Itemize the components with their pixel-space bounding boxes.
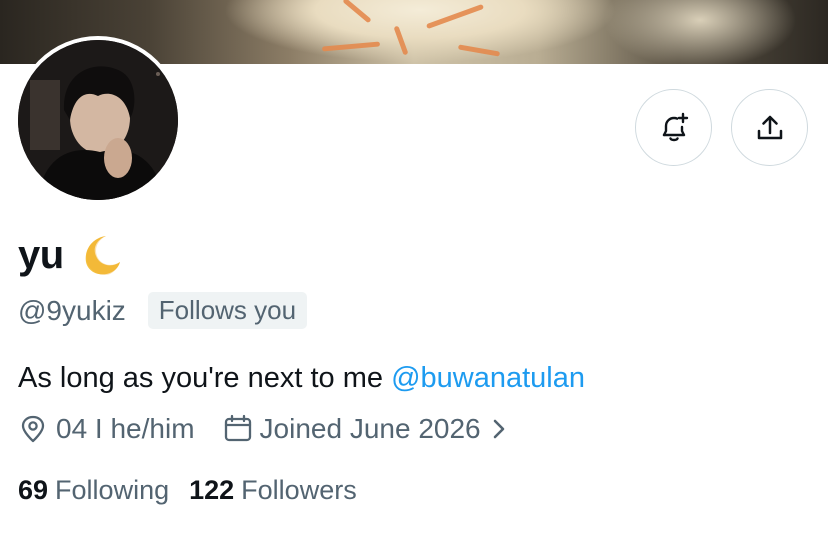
chevron-right-icon (489, 416, 509, 442)
location-text: 04 I he/him (56, 413, 195, 444)
banner-petal (342, 0, 372, 24)
follows-you-badge: Follows you (147, 292, 308, 329)
user-handle: @9yukiz (18, 294, 126, 326)
follow-stats: 69 Following 122 Followers (18, 475, 357, 506)
joined-item[interactable]: Joined June 2026 (223, 413, 509, 445)
bio-text: As long as you're next to me (18, 362, 392, 394)
banner-petal (425, 3, 485, 30)
crescent-moon-icon (76, 232, 122, 278)
bell-plus-icon (657, 111, 691, 145)
banner-petal (321, 41, 381, 52)
followers-count: 122 (189, 475, 235, 505)
share-icon (753, 111, 787, 145)
followers-stat[interactable]: 122 Followers (189, 475, 357, 506)
display-name-row: yu (18, 232, 122, 278)
following-stat[interactable]: 69 Following (18, 475, 169, 506)
banner-petal (457, 44, 501, 57)
location-item: 04 I he/him (18, 413, 195, 445)
location-pin-icon (18, 414, 48, 444)
followers-label: Followers (241, 475, 357, 505)
profile-bio: As long as you're next to me @buwanatula… (18, 362, 585, 395)
display-name: yu (18, 232, 64, 277)
following-label: Following (55, 475, 170, 505)
avatar-photo (18, 40, 178, 200)
handle-row: @9yukiz Follows you (18, 292, 308, 329)
banner-petal (393, 25, 409, 56)
share-button[interactable] (731, 89, 808, 166)
avatar-portrait-shape (18, 40, 178, 200)
calendar-icon (223, 414, 253, 444)
joined-text: Joined June 2026 (259, 413, 481, 444)
profile-avatar[interactable] (14, 36, 182, 204)
profile-meta: 04 I he/him Joined June 2026 (18, 413, 509, 445)
notifications-button[interactable] (635, 89, 712, 166)
following-count: 69 (18, 475, 49, 505)
bio-mention-link[interactable]: @buwanatulan (391, 362, 585, 394)
